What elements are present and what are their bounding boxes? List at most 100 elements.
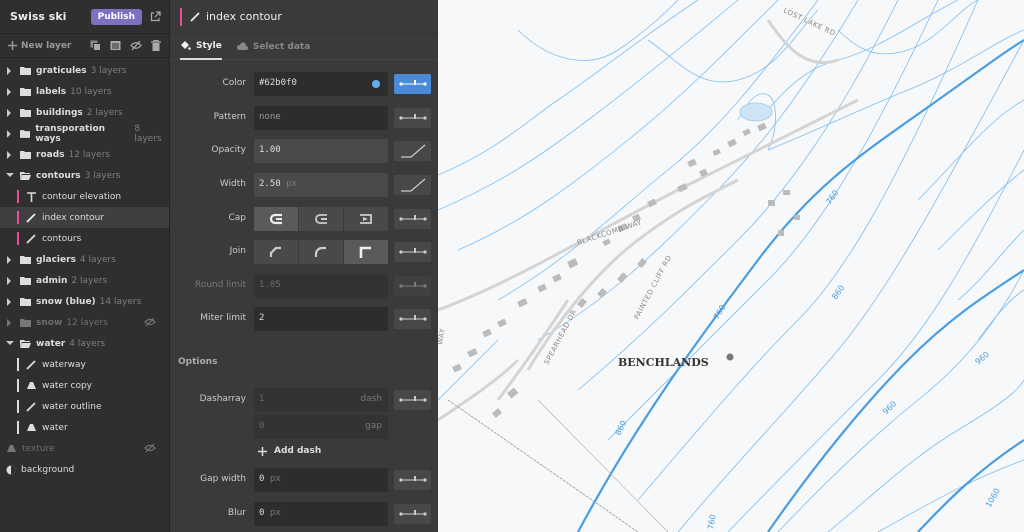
gap-input[interactable]: 0 gap	[254, 415, 388, 439]
publish-button[interactable]: Publish	[90, 8, 142, 25]
blur-input[interactable]: 0 px	[254, 502, 388, 526]
color-function-button[interactable]	[394, 74, 431, 94]
width-input[interactable]: 2.50 px	[254, 173, 388, 197]
hide-icon[interactable]	[130, 40, 142, 51]
caret-right-icon[interactable]	[6, 255, 15, 264]
layer-color-bar	[17, 400, 19, 413]
layer-title[interactable]: index contour	[206, 10, 282, 23]
index-contour-lines	[577, 39, 1024, 532]
join-row: Join	[170, 240, 438, 264]
folder-icon	[20, 88, 31, 96]
caret-right-icon[interactable]	[6, 66, 15, 75]
layer-group-snow[interactable]: snow 12 layers	[0, 312, 169, 333]
miter-limit-input[interactable]: 2	[254, 307, 388, 331]
width-function-button[interactable]	[394, 175, 431, 195]
layer-count: 3 layers	[90, 65, 127, 76]
join-options	[254, 240, 388, 264]
folder-icon	[20, 109, 31, 117]
caret-right-icon[interactable]	[6, 150, 15, 159]
stop-function-icon	[398, 215, 427, 221]
color-swatch[interactable]	[372, 80, 380, 88]
layer-color-bar	[17, 358, 19, 371]
dash-input[interactable]: 1 dash	[254, 388, 388, 412]
layer-water-copy[interactable]: water copy	[0, 375, 169, 396]
layer-color-bar	[17, 211, 19, 224]
layer-background[interactable]: background	[0, 459, 169, 480]
layer-group-roads[interactable]: roads 12 layers	[0, 144, 169, 165]
caret-down-icon[interactable]	[6, 340, 15, 348]
layer-count: 4 layers	[69, 338, 106, 349]
caret-right-icon[interactable]	[6, 276, 15, 285]
map-canvas[interactable]: LOST LAKE RD BLACKCOMB WAY PAINTED CLIFF…	[438, 0, 1024, 532]
layer-color-bar	[17, 232, 19, 245]
hidden-eye-icon[interactable]	[144, 443, 161, 453]
layer-count: 4 layers	[79, 254, 116, 265]
blur-function-button[interactable]	[394, 504, 431, 524]
cap-round-option[interactable]	[254, 207, 298, 231]
miter-limit-function-button[interactable]	[394, 309, 431, 329]
caret-right-icon[interactable]	[6, 318, 15, 327]
cap-square-option[interactable]	[344, 207, 388, 231]
layer-index-contour[interactable]: index contour	[0, 207, 169, 228]
external-link-icon[interactable]	[150, 11, 161, 22]
tab-style[interactable]: Style	[180, 34, 222, 60]
opacity-function-button[interactable]	[394, 141, 431, 161]
layer-contour-elevation[interactable]: contour elevation	[0, 186, 169, 207]
layer-name: water outline	[42, 401, 102, 412]
layer-waterway[interactable]: waterway	[0, 354, 169, 375]
plus-icon	[8, 41, 17, 50]
gap-row: 0 gap	[170, 415, 438, 439]
plus-icon	[258, 446, 267, 456]
duplicate-icon[interactable]	[90, 40, 101, 51]
elevation-label: 960	[881, 399, 898, 416]
layer-group-snow-blue[interactable]: snow (blue) 14 layers	[0, 291, 169, 312]
elevation-label: 760	[706, 514, 718, 531]
gap-width-function-button[interactable]	[394, 470, 431, 490]
new-layer-button[interactable]: New layer	[8, 41, 90, 51]
trash-icon[interactable]	[151, 40, 161, 51]
layer-group-labels[interactable]: labels 10 layers	[0, 81, 169, 102]
layer-group-transporation-ways[interactable]: transporation ways 8 layers	[0, 123, 169, 144]
caret-right-icon[interactable]	[6, 108, 15, 117]
caret-right-icon[interactable]	[6, 297, 15, 306]
round-limit-function-button	[394, 276, 431, 296]
join-round-option[interactable]	[299, 240, 343, 264]
gap-suffix: gap	[365, 421, 382, 431]
gap-width-input[interactable]: 0 px	[254, 468, 388, 492]
place-marker	[726, 353, 734, 361]
layer-group-contours[interactable]: contours 3 layers	[0, 165, 169, 186]
layer-contours[interactable]: contours	[0, 228, 169, 249]
pattern-input[interactable]: none	[254, 106, 388, 130]
blur-unit: px	[269, 508, 281, 518]
cap-function-button[interactable]	[394, 209, 431, 229]
layer-group-glaciers[interactable]: glaciers 4 layers	[0, 249, 169, 270]
color-input[interactable]: #62b0f0	[254, 72, 388, 96]
join-function-button[interactable]	[394, 242, 431, 262]
cap-butt-option[interactable]	[299, 207, 343, 231]
layer-texture[interactable]: texture	[0, 438, 169, 459]
layer-group-graticules[interactable]: graticules 3 layers	[0, 60, 169, 81]
hidden-eye-icon[interactable]	[144, 317, 161, 327]
folder-icon	[20, 277, 31, 285]
join-miter-option[interactable]	[344, 240, 388, 264]
layer-water[interactable]: water	[0, 417, 169, 438]
layer-group-admin[interactable]: admin 2 layers	[0, 270, 169, 291]
cap-butt-icon	[315, 214, 327, 224]
add-dash-button[interactable]: Add dash	[258, 446, 321, 456]
caret-right-icon[interactable]	[6, 87, 15, 96]
layer-group-water[interactable]: water 4 layers	[0, 333, 169, 354]
layer-group-buildings[interactable]: buildings 2 layers	[0, 102, 169, 123]
map-svg[interactable]: LOST LAKE RD BLACKCOMB WAY PAINTED CLIFF…	[438, 0, 1024, 532]
folder-icon	[20, 298, 31, 306]
dasharray-function-button[interactable]	[394, 390, 431, 410]
caret-down-icon[interactable]	[6, 172, 15, 180]
tab-select-data[interactable]: Select data	[236, 34, 310, 60]
pattern-function-button[interactable]	[394, 108, 431, 128]
caret-right-icon[interactable]	[6, 129, 15, 138]
join-bevel-option[interactable]	[254, 240, 298, 264]
layer-water-outline[interactable]: water outline	[0, 396, 169, 417]
opacity-input[interactable]: 1.00	[254, 139, 388, 163]
layer-count: 2 layers	[86, 107, 123, 118]
group-icon[interactable]	[110, 40, 121, 51]
round-limit-value: 1.05	[259, 280, 281, 290]
